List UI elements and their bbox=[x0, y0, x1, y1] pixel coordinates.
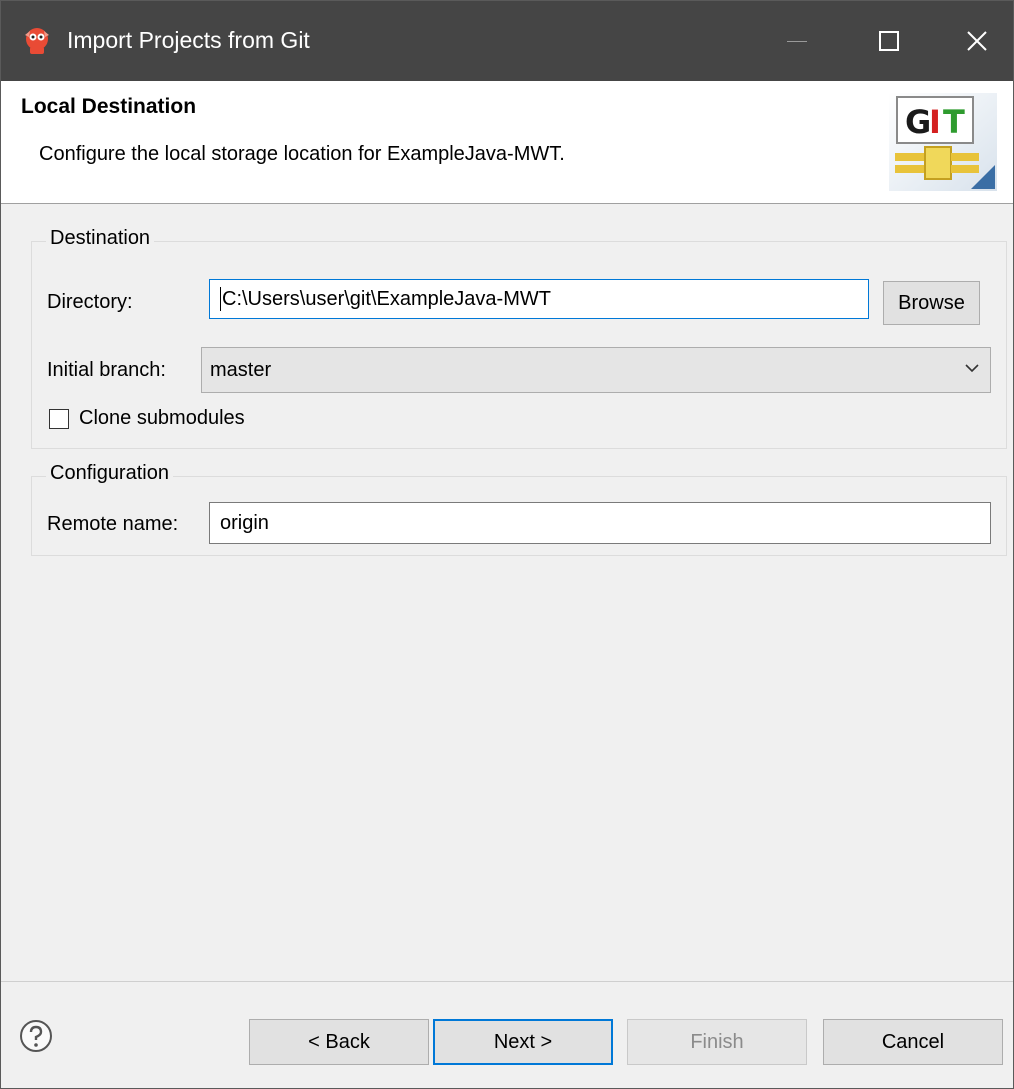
svg-text:T: T bbox=[943, 103, 965, 141]
svg-text:I: I bbox=[929, 103, 941, 141]
page-description: Configure the local storage location for… bbox=[39, 143, 565, 165]
wizard-banner: Local Destination Configure the local st… bbox=[1, 81, 1013, 204]
clone-submodules-checkbox[interactable] bbox=[49, 409, 69, 429]
title-bar[interactable]: Import Projects from Git bbox=[1, 1, 1013, 81]
import-dialog: Import Projects from Git Local Destinati… bbox=[0, 0, 1014, 1089]
maximize-button[interactable] bbox=[853, 1, 925, 81]
page-title: Local Destination bbox=[21, 95, 197, 118]
remote-name-input[interactable]: origin bbox=[209, 502, 991, 544]
directory-label: Directory: bbox=[47, 291, 133, 313]
directory-input[interactable]: C:\Users\user\git\ExampleJava-MWT bbox=[209, 279, 869, 319]
remote-name-label: Remote name: bbox=[47, 513, 179, 535]
remote-name-value: origin bbox=[220, 511, 269, 534]
git-logo-icon: G I T bbox=[889, 93, 997, 191]
initial-branch-value: master bbox=[210, 358, 272, 381]
text-caret bbox=[220, 287, 221, 311]
window-title: Import Projects from Git bbox=[67, 27, 310, 53]
svg-text:G: G bbox=[905, 103, 931, 141]
browse-button[interactable]: Browse bbox=[883, 281, 980, 325]
maximize-icon bbox=[879, 31, 899, 51]
initial-branch-select[interactable]: master bbox=[201, 347, 991, 393]
next-button[interactable]: Next > bbox=[433, 1019, 613, 1065]
chevron-down-icon bbox=[965, 364, 979, 373]
initial-branch-label: Initial branch: bbox=[47, 359, 166, 381]
minimize-button[interactable] bbox=[761, 1, 833, 81]
clone-submodules-label[interactable]: Clone submodules bbox=[79, 407, 245, 430]
close-button[interactable] bbox=[941, 1, 1013, 81]
directory-value: C:\Users\user\git\ExampleJava-MWT bbox=[222, 287, 551, 310]
destination-group-label: Destination bbox=[46, 227, 155, 250]
cancel-button[interactable]: Cancel bbox=[823, 1019, 1003, 1065]
finish-button[interactable]: Finish bbox=[627, 1019, 807, 1065]
eclipse-app-icon bbox=[25, 28, 49, 54]
close-icon bbox=[967, 31, 987, 51]
configuration-group-label: Configuration bbox=[46, 462, 173, 485]
help-icon[interactable] bbox=[19, 1019, 53, 1053]
minimize-icon bbox=[787, 40, 807, 42]
footer-separator bbox=[1, 981, 1013, 982]
back-button[interactable]: < Back bbox=[249, 1019, 429, 1065]
